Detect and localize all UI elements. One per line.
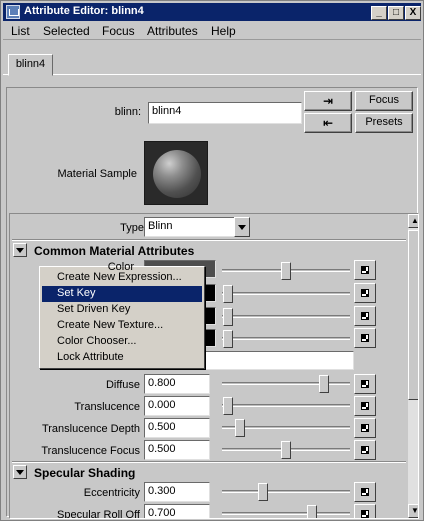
presets-button[interactable]: Presets <box>355 113 413 133</box>
eccentricity-field[interactable]: 0.300 <box>144 482 210 502</box>
focus-button[interactable]: Focus <box>355 91 413 111</box>
menu-focus[interactable]: Focus <box>102 24 135 38</box>
output-connection-icon: ⇤ <box>322 116 334 130</box>
map-button-color[interactable] <box>354 260 376 280</box>
collapse-arrow-icon[interactable] <box>13 465 27 479</box>
map-button-translucence-focus[interactable] <box>354 440 376 460</box>
maya-app-icon <box>6 5 20 19</box>
node-name-label: blinn: <box>114 106 141 118</box>
checker-map-icon <box>361 380 369 388</box>
translucence-focus-label: Translucence Focus <box>41 445 140 457</box>
minimize-button[interactable]: _ <box>371 6 387 20</box>
checker-map-icon <box>361 289 369 297</box>
material-sample-swatch <box>144 141 208 205</box>
specular-roll-off-field[interactable]: 0.700 <box>144 504 210 518</box>
ctx-set-key[interactable]: Set Key <box>42 286 202 302</box>
map-button-diffuse[interactable] <box>354 374 376 394</box>
type-dropdown-arrow-icon[interactable] <box>234 217 250 237</box>
map-button-ambient[interactable] <box>354 306 376 326</box>
translucence-depth-slider[interactable] <box>222 419 350 437</box>
slider-row1[interactable] <box>222 285 350 303</box>
title-bar[interactable]: Attribute Editor: blinn4 _ □ X <box>3 3 421 21</box>
translucence-focus-slider[interactable] <box>222 441 350 459</box>
slider-row0[interactable] <box>222 262 350 280</box>
material-sample-label: Material Sample <box>57 168 137 180</box>
input-connection-icon: ⇥ <box>322 94 334 108</box>
menu-list[interactable]: List <box>11 24 30 38</box>
checker-map-icon <box>361 334 369 342</box>
checker-map-icon <box>361 312 369 320</box>
translucence-focus-field[interactable]: 0.500 <box>144 440 210 460</box>
ctx-set-driven-key[interactable]: Set Driven Key <box>42 302 202 318</box>
common-material-attributes-header[interactable]: Common Material Attributes <box>12 242 406 260</box>
eccentricity-label: Eccentricity <box>83 487 140 499</box>
ctx-lock-attribute[interactable]: Lock Attribute <box>42 350 202 366</box>
specular-roll-off-label: Specular Roll Off <box>57 509 140 519</box>
close-button[interactable]: X <box>405 6 421 20</box>
translucence-field[interactable]: 0.000 <box>144 396 210 416</box>
menu-selected[interactable]: Selected <box>43 24 90 38</box>
translucence-slider[interactable] <box>222 397 350 415</box>
menu-bar: List Selected Focus Attributes Help <box>3 22 421 40</box>
scroll-down-icon[interactable]: ▼ <box>408 504 418 518</box>
vertical-scrollbar[interactable]: ▲ ▼ <box>408 214 418 518</box>
window-title: Attribute Editor: blinn4 <box>24 5 144 17</box>
maximize-button[interactable]: □ <box>388 6 404 20</box>
sample-sphere <box>153 150 201 198</box>
eccentricity-slider[interactable] <box>222 483 350 501</box>
type-label: Type <box>120 222 144 234</box>
slider-row3[interactable] <box>222 330 350 348</box>
slider-row2[interactable] <box>222 308 350 326</box>
input-connection-button[interactable]: ⇥ <box>304 91 352 111</box>
scroll-up-icon[interactable]: ▲ <box>408 214 418 228</box>
checker-map-icon <box>361 402 369 410</box>
specular-roll-off-slider[interactable] <box>222 505 350 518</box>
diffuse-slider[interactable] <box>222 375 350 393</box>
output-connection-button[interactable]: ⇤ <box>304 113 352 133</box>
menu-help[interactable]: Help <box>211 24 236 38</box>
section-separator <box>12 461 406 463</box>
diffuse-label: Diffuse <box>105 379 140 391</box>
checker-map-icon <box>361 424 369 432</box>
map-button-specular-roll-off[interactable] <box>354 504 376 518</box>
collapse-arrow-icon[interactable] <box>13 243 27 257</box>
translucence-depth-label: Translucence Depth <box>41 423 140 435</box>
section-title: Specular Shading <box>34 466 136 480</box>
checker-map-icon <box>361 446 369 454</box>
map-button-incandescence[interactable] <box>354 328 376 348</box>
menu-attributes[interactable]: Attributes <box>147 24 198 38</box>
translucence-label: Translucence <box>74 401 140 413</box>
attribute-editor-window: Attribute Editor: blinn4 _ □ X List Sele… <box>0 0 424 521</box>
section-title: Common Material Attributes <box>34 244 195 258</box>
map-button-eccentricity[interactable] <box>354 482 376 502</box>
scroll-thumb[interactable] <box>408 230 418 400</box>
checker-map-icon <box>361 266 369 274</box>
ctx-color-chooser[interactable]: Color Chooser... <box>42 334 202 350</box>
tab-row: blinn4 <box>3 41 421 76</box>
ctx-create-new-texture[interactable]: Create New Texture... <box>42 318 202 334</box>
context-menu: Create New Expression... Set Key Set Dri… <box>39 266 205 369</box>
diffuse-field[interactable]: 0.800 <box>144 374 210 394</box>
translucence-depth-field[interactable]: 0.500 <box>144 418 210 438</box>
map-button-transparency[interactable] <box>354 283 376 303</box>
color-label: Color <box>107 261 134 273</box>
tab-blinn4[interactable]: blinn4 <box>8 54 53 76</box>
section-separator <box>12 239 406 241</box>
map-button-translucence[interactable] <box>354 396 376 416</box>
map-button-translucence-depth[interactable] <box>354 418 376 438</box>
node-name-field[interactable]: blinn4 <box>148 102 302 124</box>
specular-shading-header[interactable]: Specular Shading <box>12 464 406 482</box>
checker-map-icon <box>361 510 369 518</box>
type-dropdown[interactable]: Blinn <box>144 217 236 237</box>
checker-map-icon <box>361 488 369 496</box>
